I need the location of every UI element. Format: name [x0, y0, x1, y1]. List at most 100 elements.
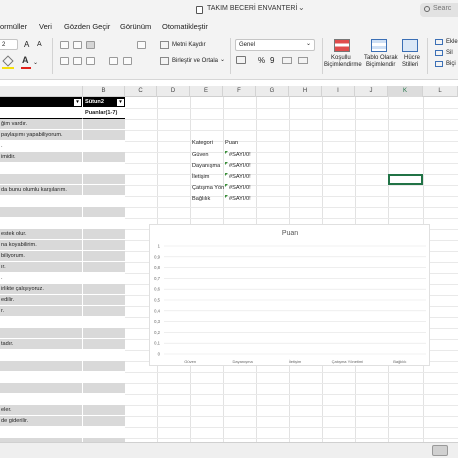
delete-icon[interactable]	[435, 50, 443, 56]
column-header-b[interactable]: B	[83, 86, 125, 97]
cell-a[interactable]: edilir.	[0, 295, 83, 306]
column-header-d[interactable]: D	[157, 86, 190, 97]
cell-a[interactable]	[0, 361, 83, 372]
table-header-b[interactable]: Sütun2 ▾	[83, 97, 125, 108]
insert-button[interactable]: Ekle	[446, 39, 458, 45]
align-top-icon[interactable]	[60, 41, 69, 49]
selected-cell[interactable]	[388, 174, 423, 185]
percent-button[interactable]: %	[258, 56, 265, 65]
decrease-decimal-icon[interactable]	[298, 57, 308, 64]
cell-a[interactable]: na koyabilirim.	[0, 240, 83, 251]
cell-a[interactable]	[0, 372, 83, 383]
tab-review[interactable]: Gözden Geçir	[64, 22, 110, 31]
summary-score[interactable]: #SAYI/0!	[229, 161, 251, 171]
cell-a[interactable]: biliyorum.	[0, 251, 83, 262]
format-as-table-label-1[interactable]: Tablo Olarak	[364, 55, 398, 61]
cell-b[interactable]	[83, 350, 125, 361]
table-header-a[interactable]: ▾	[0, 97, 83, 108]
cell-a[interactable]	[0, 163, 83, 174]
cell-b[interactable]	[83, 328, 125, 339]
cell-b[interactable]	[83, 295, 125, 306]
column-header-c[interactable]: C	[125, 86, 157, 97]
normal-view-icon[interactable]	[432, 445, 448, 456]
chevron-down-icon[interactable]: ⌄	[33, 59, 38, 66]
cell-b[interactable]	[83, 207, 125, 218]
column-header-i[interactable]: I	[322, 86, 355, 97]
delete-button[interactable]: Sil	[446, 50, 453, 56]
summary-score[interactable]: #SAYI/0!	[229, 150, 251, 160]
cell-a[interactable]	[0, 350, 83, 361]
number-format-select[interactable]: Genel ⌄	[235, 39, 315, 51]
search-input[interactable]: Searc	[433, 5, 451, 12]
cell-a[interactable]: tadır.	[0, 339, 83, 350]
cell-a[interactable]	[0, 207, 83, 218]
tab-view[interactable]: Görünüm	[120, 22, 151, 31]
chevron-down-icon[interactable]: ⌄	[220, 56, 225, 63]
error-indicator-icon[interactable]	[225, 195, 228, 198]
summary-score[interactable]: #SAYI/0!	[229, 172, 251, 182]
fill-color-icon[interactable]	[2, 55, 14, 67]
column-header[interactable]	[0, 86, 83, 97]
cell-b[interactable]	[83, 119, 125, 130]
format-icon[interactable]	[435, 61, 443, 67]
cell-a[interactable]	[0, 218, 83, 229]
font-grow-button[interactable]: A	[24, 40, 29, 49]
column-header-e[interactable]: E	[190, 86, 223, 97]
cell-styles-label-2[interactable]: Stilleri	[402, 62, 418, 68]
tab-data[interactable]: Veri	[39, 22, 52, 31]
font-color-icon[interactable]: A	[22, 55, 29, 65]
insert-icon[interactable]	[435, 39, 443, 45]
cell-b[interactable]	[83, 163, 125, 174]
cell-a[interactable]	[0, 317, 83, 328]
column-header-h[interactable]: H	[289, 86, 322, 97]
window-title[interactable]: TAKIM BECERİ ENVANTERİ	[207, 5, 297, 12]
format-button[interactable]: Biçi	[446, 61, 456, 67]
cell-b[interactable]	[83, 372, 125, 383]
summary-category[interactable]: Bağlılık	[192, 194, 210, 204]
cell-a[interactable]: imidir.	[0, 152, 83, 163]
increase-decimal-icon[interactable]	[282, 57, 292, 64]
cell-b[interactable]	[83, 130, 125, 141]
cell-b[interactable]	[83, 427, 125, 438]
format-as-table-icon[interactable]	[371, 39, 387, 52]
table-subheader-b[interactable]: Puanlar(1-7)	[83, 108, 125, 119]
indent-increase-icon[interactable]	[123, 57, 132, 65]
error-indicator-icon[interactable]	[225, 151, 228, 154]
cell-b[interactable]	[83, 240, 125, 251]
summary-score[interactable]: #SAYI/0!	[229, 183, 251, 193]
column-header-f[interactable]: F	[223, 86, 256, 97]
cell-b[interactable]	[83, 317, 125, 328]
cell-a[interactable]	[0, 427, 83, 438]
cell-a[interactable]: de giderilir.	[0, 416, 83, 427]
column-header-j[interactable]: J	[355, 86, 388, 97]
summary-category[interactable]: Çatışma Yön	[192, 183, 224, 193]
format-as-table-label-2[interactable]: Biçimlendir	[366, 62, 395, 68]
column-header-k[interactable]: K	[388, 86, 423, 97]
error-indicator-icon[interactable]	[225, 184, 228, 187]
summary-category[interactable]: Güven	[192, 150, 208, 160]
cell-b[interactable]	[83, 339, 125, 350]
align-middle-icon[interactable]	[73, 41, 82, 49]
table-subheader-a[interactable]	[0, 108, 83, 119]
cell-b[interactable]	[83, 405, 125, 416]
cell-a[interactable]: irlikte çalışıyoruz.	[0, 284, 83, 295]
column-header-g[interactable]: G	[256, 86, 289, 97]
column-header-l[interactable]: L	[423, 86, 458, 97]
cell-b[interactable]	[83, 361, 125, 372]
tab-formulas[interactable]: ormüller	[0, 22, 27, 31]
chevron-down-icon[interactable]: ⌄	[298, 3, 305, 12]
summary-category[interactable]: İletişim	[192, 172, 209, 182]
summary-score[interactable]: #SAYI/0!	[229, 194, 251, 204]
cell-a[interactable]	[0, 383, 83, 394]
summary-header-category[interactable]: Kategori	[192, 138, 213, 148]
cell-b[interactable]	[83, 394, 125, 405]
cell-b[interactable]	[83, 141, 125, 152]
cell-a[interactable]: .	[0, 273, 83, 284]
merge-icon[interactable]	[160, 57, 169, 65]
cell-b[interactable]	[83, 152, 125, 163]
indent-decrease-icon[interactable]	[109, 57, 118, 65]
cell-a[interactable]: r.	[0, 306, 83, 317]
wrap-text-icon[interactable]	[160, 41, 169, 49]
cell-a[interactable]	[0, 174, 83, 185]
cell-b[interactable]	[83, 185, 125, 196]
